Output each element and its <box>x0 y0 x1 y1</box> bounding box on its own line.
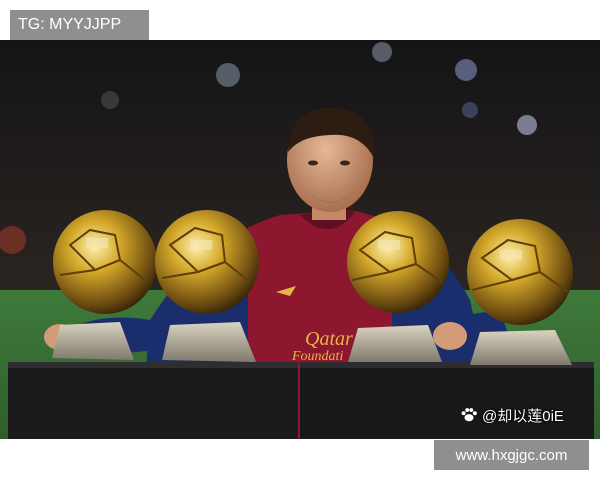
weibo-handle: @却以莲0iE <box>482 407 564 425</box>
shirt-sponsor-text-2: Foundati <box>291 349 343 364</box>
top-watermark: TG: MYYJJPP <box>10 10 149 40</box>
shirt-sponsor-text-1: Qatar <box>305 328 353 350</box>
ballon-dor-trophy-4 <box>467 219 573 365</box>
bottom-watermark: www.hxgjgc.com <box>434 440 589 470</box>
pedestal-right <box>300 362 594 439</box>
weibo-credit: @却以莲0iE <box>460 403 564 427</box>
pedestal-left <box>8 362 298 439</box>
ballon-dor-trophy-2 <box>155 210 259 362</box>
bottom-watermark-text: www.hxgjgc.com <box>455 446 568 464</box>
photo: Qatar Foundati <box>0 40 600 439</box>
paw-icon <box>461 408 477 422</box>
top-watermark-text: TG: MYYJJPP <box>18 16 122 33</box>
